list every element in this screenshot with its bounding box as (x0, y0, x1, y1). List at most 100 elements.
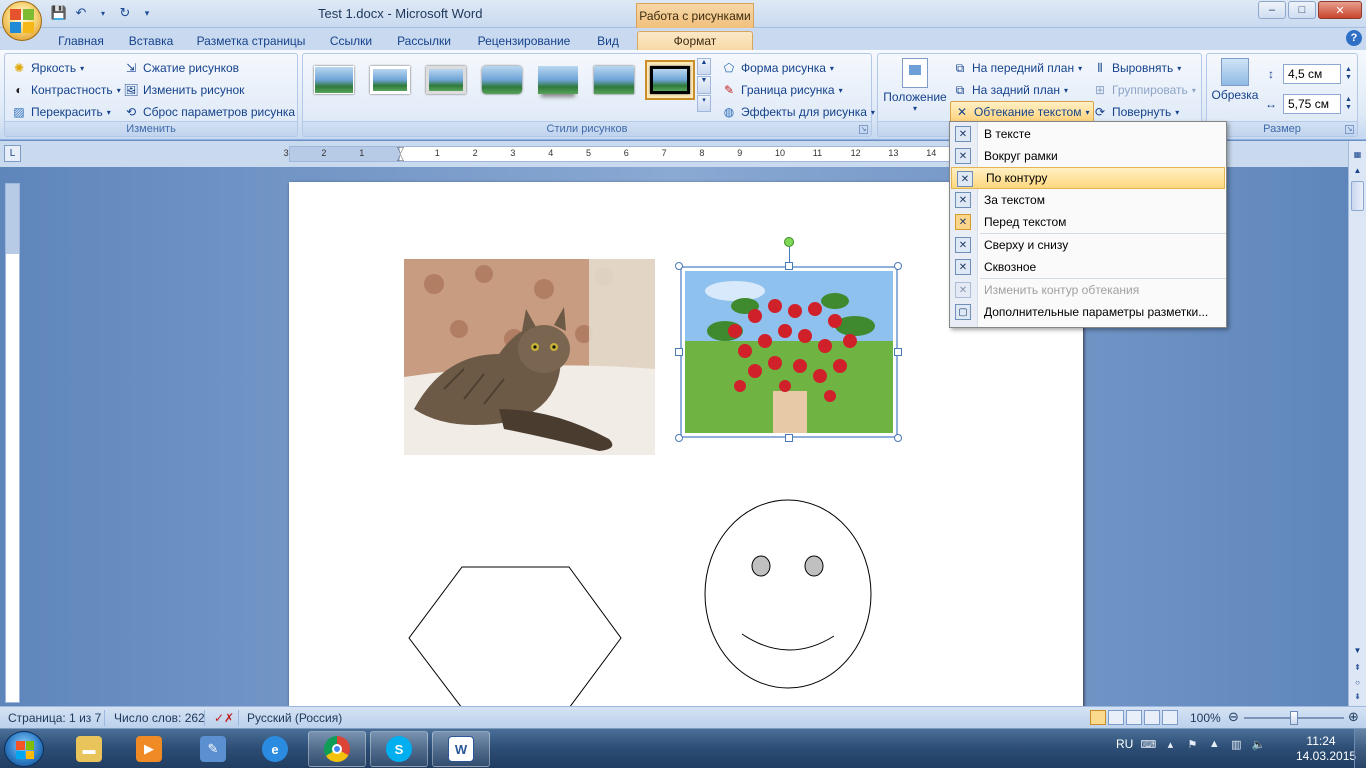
gallery-down-icon[interactable]: ▼ (697, 76, 711, 94)
picture-border-button[interactable]: ✎ Граница рисунка ▾ (721, 80, 843, 100)
crop-button[interactable]: Обрезка (1211, 58, 1259, 102)
zoom-in-icon[interactable]: ⊕ (1348, 709, 1359, 725)
picture-style-3[interactable] (421, 60, 471, 100)
maximize-button[interactable]: □ (1288, 1, 1316, 19)
tab-format[interactable]: Формат (637, 31, 753, 50)
page-indicator[interactable]: Страница: 1 из 7 (8, 711, 101, 725)
volume-icon[interactable]: 🔈 (1251, 737, 1265, 751)
language-indicator[interactable]: Русский (Россия) (247, 711, 342, 725)
zoom-level[interactable]: 100% (1190, 711, 1221, 725)
dropdown-arrow-icon[interactable]: ▾ (94, 5, 112, 21)
full-screen-reading-view-icon[interactable] (1108, 710, 1124, 725)
close-button[interactable]: ✕ (1318, 1, 1362, 19)
tab-mailings[interactable]: Рассылки (390, 31, 458, 50)
change-picture-button[interactable]: 🖼 Изменить рисунок (123, 80, 244, 100)
vertical-scrollbar[interactable]: ▦ ▲ ▼ ⇞ ○ ⇟ (1348, 141, 1366, 706)
tab-view[interactable]: Вид (588, 31, 628, 50)
picture-effects-button[interactable]: ◍ Эффекты для рисунка ▾ (721, 102, 875, 122)
resize-handle-n[interactable] (785, 262, 793, 270)
gallery-more-icon[interactable]: ▾ (697, 94, 711, 112)
picture-shape-button[interactable]: ⬠ Форма рисунка ▾ (721, 58, 834, 78)
hexagon-shape[interactable] (408, 566, 622, 706)
redo-icon[interactable]: ↻ (116, 5, 134, 21)
width-input[interactable] (1283, 94, 1341, 114)
recolor-button[interactable]: ▨ Перекрасить ▾ (11, 102, 110, 122)
prev-page-icon[interactable]: ⇞ (1351, 663, 1364, 676)
brightness-button[interactable]: ✺ Яркость ▾ (11, 58, 84, 78)
resize-handle-ne[interactable] (894, 262, 902, 270)
picture-style-7[interactable] (645, 60, 695, 100)
picture-style-2[interactable] (365, 60, 415, 100)
picture-style-4[interactable] (477, 60, 527, 100)
rotate-button[interactable]: ⟳ Повернуть ▾ (1092, 102, 1179, 122)
taskbar-paint[interactable]: ✎ (184, 731, 242, 767)
draft-view-icon[interactable] (1162, 710, 1178, 725)
word-count[interactable]: Число слов: 262 (114, 711, 205, 725)
scroll-down-icon[interactable]: ▼ (1351, 646, 1364, 659)
width-spin-arrows[interactable]: ▲ ▼ (1345, 96, 1352, 112)
tab-insert[interactable]: Вставка (120, 31, 182, 50)
menu-item-inline[interactable]: ✕ В тексте (950, 123, 1226, 145)
picture-style-6[interactable] (589, 60, 639, 100)
resize-handle-w[interactable] (675, 348, 683, 356)
next-page-icon[interactable]: ⇟ (1351, 692, 1364, 705)
reset-picture-button[interactable]: ⟲ Сброс параметров рисунка (123, 102, 295, 122)
rotation-handle[interactable] (784, 237, 794, 247)
browse-object-icon[interactable]: ○ (1351, 678, 1364, 691)
menu-item-behind[interactable]: ✕ За текстом (950, 189, 1226, 211)
resize-handle-se[interactable] (894, 434, 902, 442)
google-drive-icon[interactable]: ▲ (1207, 737, 1221, 751)
customize-qat-icon[interactable]: ▾ (138, 5, 156, 21)
compress-pictures-button[interactable]: ⇲ Сжатие рисунков (123, 58, 239, 78)
network-icon[interactable]: ▥ (1229, 737, 1243, 751)
dialog-launcher-icon[interactable]: ↘ (859, 125, 868, 134)
picture-style-1[interactable] (309, 60, 359, 100)
menu-item-front[interactable]: ✕ Перед текстом (950, 211, 1226, 233)
taskbar-chrome[interactable] (308, 731, 366, 767)
scroll-thumb[interactable] (1351, 181, 1364, 211)
tray-expand-icon[interactable]: ▴ (1163, 737, 1177, 751)
tab-references[interactable]: Ссылки (322, 31, 380, 50)
smiley-face-shape[interactable] (704, 499, 872, 689)
cat-photo[interactable] (404, 259, 655, 455)
language-indicator-tray[interactable]: RU (1116, 737, 1133, 751)
minimize-button[interactable]: – (1258, 1, 1286, 19)
show-desktop-button[interactable] (1354, 729, 1366, 768)
print-layout-view-icon[interactable] (1090, 710, 1106, 725)
indent-marker-icon[interactable]: ▽ △ (397, 146, 405, 162)
resize-handle-e[interactable] (894, 348, 902, 356)
send-to-back-button[interactable]: ⧉ На задний план ▾ (952, 80, 1068, 100)
vertical-ruler[interactable] (5, 183, 20, 703)
height-spin-arrows[interactable]: ▲ ▼ (1345, 66, 1352, 82)
keyboard-icon[interactable]: ⌨ (1140, 737, 1156, 751)
menu-item-tight[interactable]: ✕ По контуру (951, 167, 1225, 189)
zoom-slider-thumb[interactable] (1290, 711, 1298, 725)
tab-selector[interactable]: L (4, 145, 21, 162)
menu-item-more-layout-options[interactable]: ▢ Дополнительные параметры разметки... (950, 301, 1226, 323)
tab-home[interactable]: Главная (50, 31, 112, 50)
taskbar-explorer[interactable]: ▬ (60, 731, 118, 767)
size-dialog-launcher-icon[interactable]: ↘ (1345, 125, 1354, 134)
web-layout-view-icon[interactable] (1126, 710, 1142, 725)
position-button[interactable]: Положение ▾ (882, 58, 948, 113)
picture-style-5[interactable] (533, 60, 583, 100)
tab-review[interactable]: Рецензирование (468, 31, 580, 50)
menu-item-through[interactable]: ✕ Сквозное (950, 256, 1226, 278)
wrap-text-button[interactable]: ✕ Обтекание текстом ▾ (950, 101, 1094, 123)
proofing-icon[interactable]: ✓✗ (214, 711, 234, 725)
clock[interactable]: 11:24 14.03.2015 (1296, 734, 1356, 764)
undo-icon[interactable]: ↶ (72, 5, 90, 21)
save-icon[interactable]: 💾 (50, 5, 68, 21)
zoom-out-icon[interactable]: ⊖ (1228, 709, 1239, 725)
ruler-toggle-icon[interactable]: ▦ (1351, 150, 1364, 163)
strawberry-photo-selected[interactable] (680, 266, 898, 438)
taskbar-word[interactable]: W (432, 731, 490, 767)
group-button[interactable]: ⊞ Группировать ▾ (1092, 80, 1196, 100)
align-button[interactable]: ⫴ Выровнять ▾ (1092, 58, 1181, 78)
bring-to-front-button[interactable]: ⧉ На передний план ▾ (952, 58, 1082, 78)
start-button[interactable] (4, 731, 44, 767)
resize-handle-nw[interactable] (675, 262, 683, 270)
outline-view-icon[interactable] (1144, 710, 1160, 725)
gallery-up-icon[interactable]: ▲ (697, 58, 711, 76)
height-input[interactable] (1283, 64, 1341, 84)
